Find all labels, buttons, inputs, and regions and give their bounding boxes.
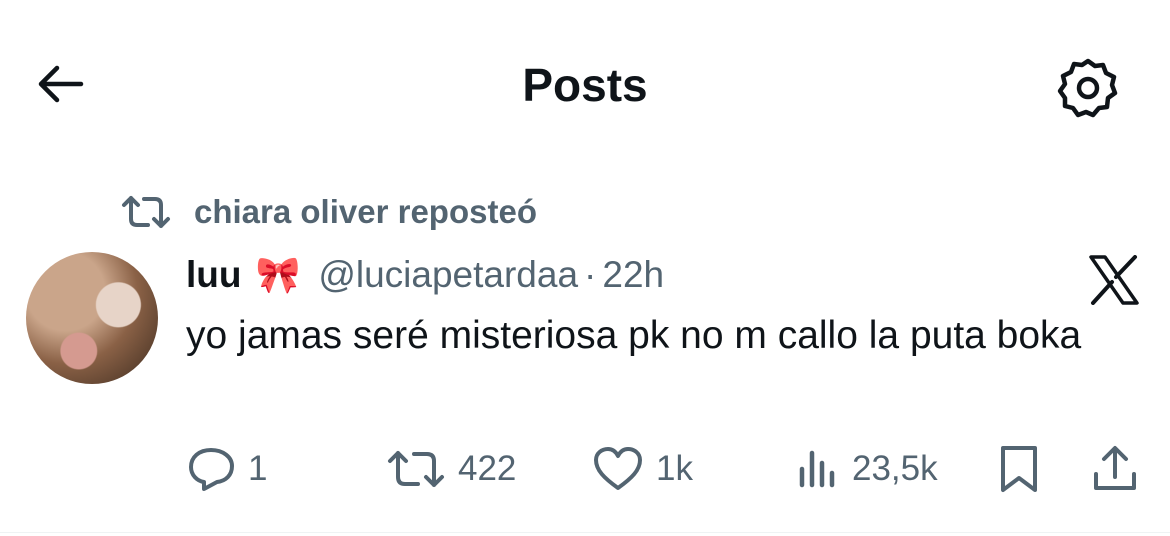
post-time[interactable]: 22h xyxy=(602,254,664,296)
ribbon-emoji: 🎀 xyxy=(255,254,301,295)
divider xyxy=(0,532,1170,533)
like-count: 1k xyxy=(656,449,693,488)
x-logo-icon xyxy=(1089,255,1139,305)
heart-icon xyxy=(594,447,642,490)
repost-text: chiara oliver reposteó xyxy=(194,193,537,230)
like-button[interactable]: 1k xyxy=(592,438,693,500)
gear-icon xyxy=(1057,58,1118,118)
repost-context: chiara oliver reposteó xyxy=(118,190,537,234)
post-text: yo jamas seré misteriosa pk no m callo l… xyxy=(186,314,1082,357)
share-button[interactable] xyxy=(1088,442,1142,496)
reply-button[interactable]: 1 xyxy=(186,438,267,500)
page-title: Posts xyxy=(522,59,648,111)
repost-icon xyxy=(388,451,444,487)
settings-button[interactable] xyxy=(1052,52,1124,124)
repost-count: 422 xyxy=(458,449,517,488)
bookmark-button[interactable] xyxy=(994,442,1044,496)
repost-button[interactable]: 422 xyxy=(386,438,516,500)
author-name[interactable]: luu xyxy=(186,254,241,296)
repost-icon xyxy=(122,196,170,228)
reply-icon xyxy=(189,448,234,491)
analytics-icon xyxy=(799,450,835,488)
post-header: luu 🎀 @luciapetardaa · 22h xyxy=(186,248,664,302)
author-handle[interactable]: @luciapetardaa xyxy=(318,254,578,296)
reply-count: 1 xyxy=(248,449,268,488)
bookmark-icon xyxy=(1001,446,1037,492)
separator-dot: · xyxy=(584,254,597,295)
views-count: 23,5k xyxy=(852,449,938,488)
avatar[interactable] xyxy=(26,252,158,384)
views-button[interactable]: 23,5k xyxy=(796,438,938,500)
x-logo-button[interactable] xyxy=(1082,252,1146,308)
share-icon xyxy=(1094,446,1136,490)
